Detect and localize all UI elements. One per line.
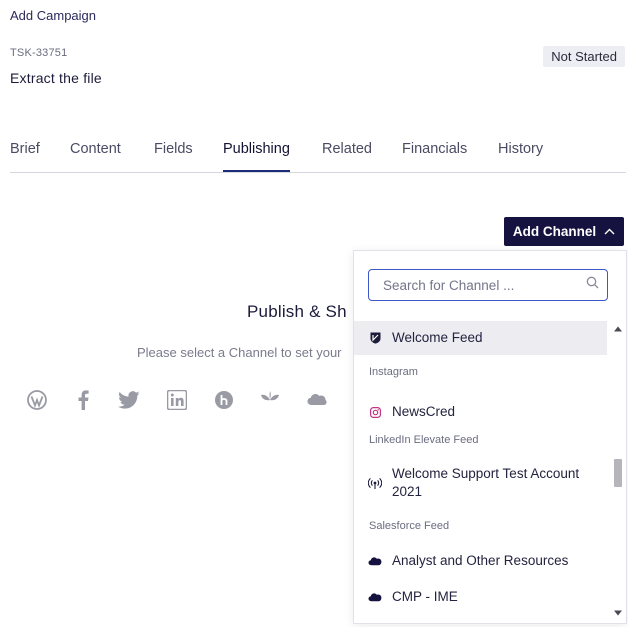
channel-item-welcome-feed[interactable]: Welcome Feed [354, 321, 607, 355]
tab-publishing[interactable]: Publishing [223, 140, 290, 172]
channel-item-label: NewsCred [392, 404, 456, 419]
breadcrumb-add-campaign[interactable]: Add Campaign [10, 8, 96, 23]
hootsuite-icon[interactable] [213, 389, 235, 411]
facebook-icon[interactable] [72, 389, 94, 411]
search-icon[interactable] [586, 276, 599, 294]
sprout-icon[interactable] [259, 389, 281, 411]
group-header-instagram: Instagram [369, 366, 418, 378]
instagram-icon [368, 406, 382, 418]
tab-content[interactable]: Content [70, 140, 121, 170]
task-id: TSK-33751 [10, 47, 68, 59]
channel-item-label: CMP - IME [392, 589, 458, 604]
add-channel-label: Add Channel [512, 224, 597, 239]
shield-icon [368, 332, 382, 344]
tab-bar: Brief Content Fields Publishing Related … [10, 140, 626, 173]
tab-fields[interactable]: Fields [154, 140, 193, 170]
tab-financials[interactable]: Financials [402, 140, 467, 170]
status-badge: Not Started [543, 46, 625, 67]
group-header-salesforce-feed: Salesforce Feed [369, 520, 450, 532]
channel-item-newscred[interactable]: NewsCred [354, 395, 607, 429]
tab-related[interactable]: Related [322, 140, 372, 170]
channel-item-analyst-and-other-resources[interactable]: Analyst and Other Resources [354, 544, 607, 578]
group-header-linkedin-elevate-feed: LinkedIn Elevate Feed [369, 434, 479, 446]
cloud-icon [368, 556, 382, 566]
scroll-down-arrow-icon[interactable] [614, 603, 622, 616]
channel-dropdown: Welcome Feed Instagram NewsCred LinkedIn… [353, 250, 627, 624]
channel-search-box[interactable] [368, 269, 608, 301]
channel-search-input[interactable] [381, 276, 586, 294]
scrollbar-thumb[interactable] [614, 459, 622, 487]
task-title: Extract the file [10, 70, 102, 86]
publish-subtitle: Please select a Channel to set your [137, 345, 342, 360]
salesforce-icon[interactable] [306, 389, 328, 411]
dropdown-scrollbar[interactable] [612, 313, 624, 619]
twitter-icon[interactable] [118, 389, 140, 411]
tab-brief[interactable]: Brief [10, 140, 40, 170]
publish-title: Publish & Sh [247, 302, 347, 321]
channel-item-label: Analyst and Other Resources [392, 553, 569, 568]
scroll-up-arrow-icon[interactable] [614, 319, 622, 332]
add-channel-button[interactable]: Add Channel [504, 217, 624, 246]
linkedin-icon[interactable] [166, 389, 188, 411]
channel-item-welcome-support-test-account[interactable]: Welcome Support Test Account 2021 [354, 460, 607, 506]
channel-item-label: Welcome Feed [392, 330, 483, 345]
channel-item-cmp-ime[interactable]: CMP - IME [354, 580, 607, 614]
cloud-icon [368, 592, 382, 602]
tab-history[interactable]: History [498, 140, 543, 170]
chevron-up-icon [604, 228, 615, 235]
channel-item-label: Welcome Support Test Account 2021 [392, 466, 580, 499]
wordpress-icon[interactable] [26, 389, 48, 411]
broadcast-icon [368, 477, 382, 489]
